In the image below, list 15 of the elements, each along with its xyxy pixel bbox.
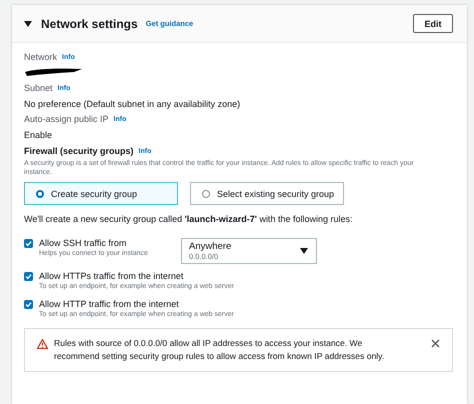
rule-label: Allow HTTP traffic from the internet: [39, 299, 180, 310]
field-label: Subnet: [24, 83, 53, 93]
radio-option[interactable]: Create security group: [24, 182, 178, 205]
rule-label: Allow SSH traffic from: [39, 238, 128, 249]
security-group-note: We'll create a new security group called 'launch-wizard-7' with the following rules:: [24, 214, 354, 224]
field-label: Auto-assign public IP: [24, 114, 109, 124]
field-label: Network: [24, 52, 58, 62]
rule-label: Allow HTTPs traffic from the internet: [39, 271, 184, 282]
edit-button[interactable]: Edit: [413, 14, 453, 33]
field-value: No preference (Default subnet in any availability zone): [24, 98, 240, 108]
firewall-label: Firewall (security groups): [24, 146, 134, 156]
field-value: Enable: [24, 130, 52, 140]
alert-message: Rules with source of 0.0.0.0/0 allow all IP addresses to access your instance. We recommend setting security group rules to allow access from known IP addresses only.: [54, 337, 386, 363]
radio-option[interactable]: Select existing security group: [190, 182, 344, 205]
section-title: Network settings: [41, 16, 138, 30]
